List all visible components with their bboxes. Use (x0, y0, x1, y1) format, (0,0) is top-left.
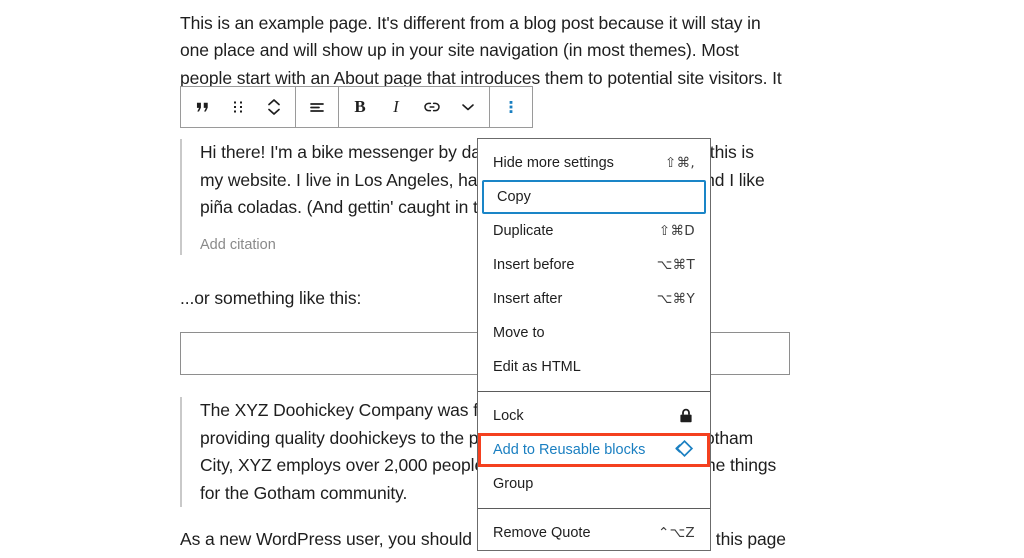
menu-divider-one (478, 391, 710, 392)
reusable-block-icon (671, 439, 695, 461)
block-toolbar: B I (180, 86, 533, 128)
menu-divider-two (478, 508, 710, 509)
quote-block-type-button[interactable] (184, 87, 220, 127)
drag-handle-icon (229, 98, 247, 116)
more-formats-button[interactable] (450, 87, 486, 127)
menu-item-label: Duplicate (493, 223, 554, 239)
toolbar-group-align (296, 87, 339, 127)
menu-item-label: Add to Reusable blocks (493, 442, 646, 458)
toolbar-group-options (490, 87, 532, 127)
menu-item-duplicate[interactable]: Duplicate ⇧⌘D (478, 214, 710, 248)
menu-item-move-to[interactable]: Move to (478, 316, 710, 350)
options-vertical-dots-icon (502, 97, 520, 117)
menu-item-label: Hide more settings (493, 155, 614, 171)
toolbar-group-block (181, 87, 296, 127)
link-icon (422, 97, 442, 117)
block-options-button[interactable] (493, 87, 529, 127)
menu-item-lock[interactable]: Lock (478, 399, 710, 433)
menu-item-insert-after[interactable]: Insert after ⌥⌘Y (478, 282, 710, 316)
align-button[interactable] (299, 87, 335, 127)
bold-button[interactable]: B (342, 87, 378, 127)
menu-item-label: Lock (493, 408, 524, 424)
menu-item-label: Insert before (493, 257, 575, 273)
menu-item-edit-as-html[interactable]: Edit as HTML (478, 350, 710, 384)
menu-item-label: Group (493, 476, 534, 492)
menu-item-label: Insert after (493, 291, 563, 307)
menu-item-remove-quote[interactable]: Remove Quote ⌃⌥Z (478, 516, 710, 550)
move-up-down-button[interactable] (256, 87, 292, 127)
drag-handle-button[interactable] (220, 87, 256, 127)
toolbar-group-format: B I (339, 87, 490, 127)
menu-item-label: Move to (493, 325, 545, 341)
menu-item-copy[interactable]: Copy (482, 180, 706, 214)
menu-item-shortcut: ⇧⌘, (664, 155, 695, 171)
quote-icon (193, 98, 212, 117)
menu-item-label: Copy (497, 189, 531, 205)
align-left-icon (307, 97, 327, 117)
menu-item-group[interactable]: Group (478, 467, 710, 501)
menu-item-shortcut: ⇧⌘D (658, 223, 695, 239)
link-button[interactable] (414, 87, 450, 127)
italic-icon: I (393, 97, 399, 116)
menu-item-insert-before[interactable]: Insert before ⌥⌘T (478, 248, 710, 282)
menu-item-shortcut: ⌥⌘T (656, 257, 695, 273)
more-formats-chevron-icon (459, 98, 477, 116)
move-updown-icon (265, 96, 283, 118)
menu-item-label: Edit as HTML (493, 359, 581, 375)
menu-item-hide-more-settings[interactable]: Hide more settings ⇧⌘, (478, 146, 710, 180)
lock-icon (677, 407, 695, 425)
block-options-menu: Hide more settings ⇧⌘, Copy Duplicate ⇧⌘… (477, 138, 711, 551)
italic-button[interactable]: I (378, 87, 414, 127)
menu-item-label: Remove Quote (493, 525, 591, 541)
menu-item-add-to-reusable-blocks[interactable]: Add to Reusable blocks (478, 433, 710, 467)
bold-icon: B (354, 97, 366, 116)
menu-item-shortcut: ⌃⌥Z (657, 525, 695, 541)
menu-item-shortcut: ⌥⌘Y (656, 291, 695, 307)
